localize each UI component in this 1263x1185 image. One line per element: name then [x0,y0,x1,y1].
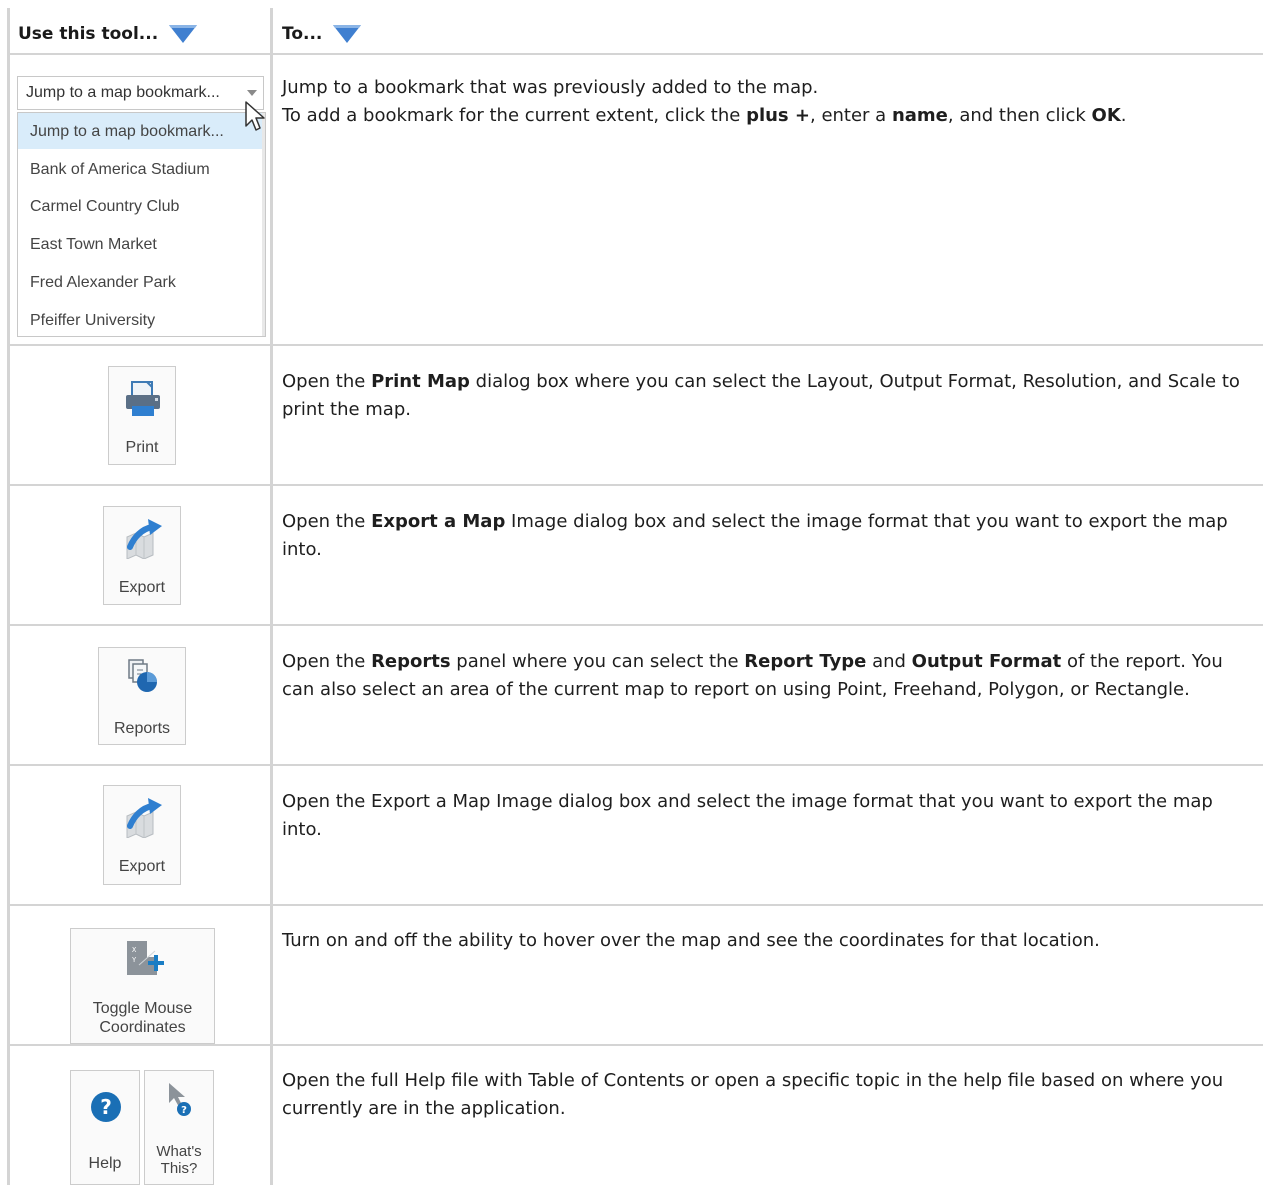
export-button-label: Export [118,579,166,596]
column-header-to-label: To... [282,24,323,44]
column-header-tool[interactable]: Use this tool... [18,24,198,44]
row-divider [8,484,1263,486]
column-header-to[interactable]: To... [282,24,362,44]
column-divider-middle [270,8,273,1185]
sort-triangle-icon[interactable] [332,24,362,44]
bookmark-description: Jump to a bookmark that was previously a… [282,77,1127,126]
row-divider [8,1044,1263,1046]
export-description: Open the Export a Map Image dialog box a… [282,511,1228,560]
toggle-mouse-coordinates-label: Toggle Mouse Coordinates [92,1000,193,1036]
export-description: Open the Export a Map Image dialog box a… [282,791,1213,840]
bookmark-option[interactable]: East Town Market [18,226,264,262]
toggle-mouse-coordinates-button[interactable]: X Y Toggle Mouse Coordinates [70,928,215,1044]
reports-description: Open the Reports panel where you can sel… [282,651,1223,700]
row-divider [8,764,1263,766]
whats-this-button[interactable]: ? What's This? [144,1070,214,1185]
row-divider [8,344,1263,346]
export-map-icon [126,798,162,838]
column-header-tool-label: Use this tool... [18,24,159,44]
scrollbar[interactable] [262,113,265,336]
chevron-down-icon[interactable] [247,90,257,96]
help-question-icon: ? [91,1092,121,1122]
print-button[interactable]: Print [108,366,176,465]
reports-button[interactable]: Reports [98,647,186,745]
bookmark-option[interactable]: Bank of America Stadium [18,151,264,187]
bookmark-option[interactable]: Pfeiffer University [18,302,264,338]
svg-text:?: ? [100,1095,112,1119]
reports-button-label: Reports [113,720,171,737]
export-map-icon [126,519,162,559]
export-button[interactable]: Export [103,785,181,885]
bookmark-option[interactable]: Jump to a map bookmark... [18,113,264,149]
bookmark-option[interactable]: Carmel Country Club [18,188,264,224]
svg-text:?: ? [181,1105,187,1116]
bookmark-dropdown-list[interactable]: Jump to a map bookmark... Bank of Americ… [17,112,266,337]
whats-this-label: What's This? [156,1143,202,1177]
coordinates-icon: X Y [127,941,164,975]
row-divider [8,624,1263,626]
help-description: Open the full Help file with Table of Co… [282,1070,1224,1119]
sort-triangle-icon[interactable] [168,24,198,44]
coordinates-description: Turn on and off the ability to hover ove… [282,930,1100,951]
row-divider [8,53,1263,55]
row-divider [8,904,1263,906]
column-divider-left [7,8,10,1185]
printer-icon [126,381,160,416]
help-button-label: Help [88,1155,122,1172]
mouse-cursor-icon [245,101,265,131]
export-button-label: Export [118,858,166,875]
bookmark-dropdown[interactable]: Jump to a map bookmark... [17,76,264,110]
whats-this-icon: ? [169,1083,191,1116]
export-button[interactable]: Export [103,506,181,605]
print-description: Open the Print Map dialog box where you … [282,371,1240,420]
bookmark-dropdown-value: Jump to a map bookmark... [26,84,220,101]
reports-icon [128,659,157,692]
print-button-label: Print [125,439,159,456]
bookmark-option[interactable]: Fred Alexander Park [18,264,264,300]
help-button[interactable]: ? Help [70,1070,140,1185]
